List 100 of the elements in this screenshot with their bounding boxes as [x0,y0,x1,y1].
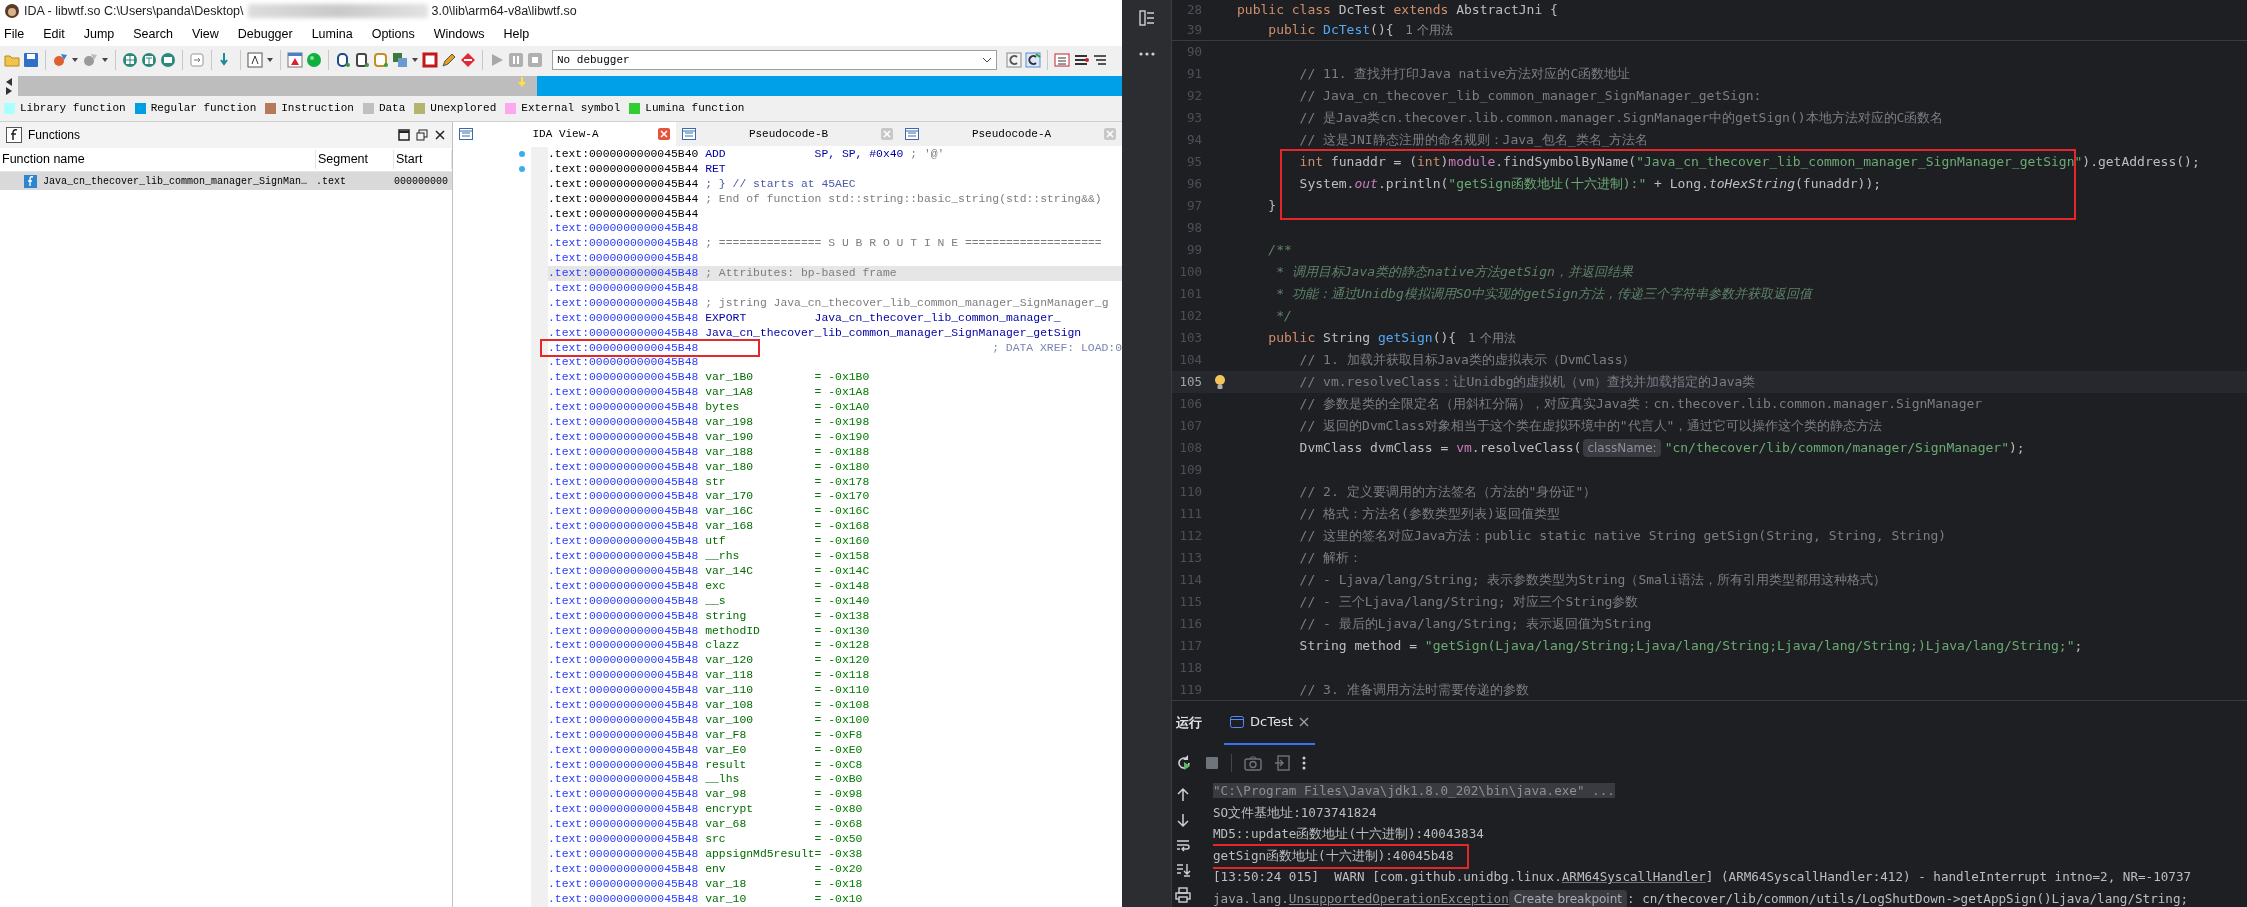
line-address: .text:0000000000045B48 [548,563,700,579]
variable-offset: = -0x180 [814,459,870,475]
variable-name: result [705,757,748,773]
line-address: .text:0000000000045B48 [548,444,700,460]
variable-name: var_168 [705,519,755,535]
code-comment: // 解析： [1298,549,1363,568]
code-comment: */ [1275,307,1292,326]
code-comment: // 2. 定义要调用的方法签名（方法的"身份证"） [1298,483,1597,502]
variable-name: var_180 [705,459,755,475]
line-address: .text:0000000000045B48 [548,429,700,445]
function-label: Java_cn_thecover_lib_common_manager_SignManager_getSign [705,325,1082,341]
variable-name: src [705,831,727,847]
table-cell-text: Java_cn_thecover_lib_common_manager_SignMan… [43,174,308,189]
variable-offset: = -0x170 [814,489,870,505]
variable-name: var_F8 [705,727,748,743]
variable-name: __s [705,593,727,609]
line-address: .text:0000000000045B48 [548,281,700,296]
line-address: .text:0000000000045B48 [548,385,700,401]
variable-offset: = -0x18 [814,876,863,892]
line-address: .text:0000000000045B48 [548,400,700,416]
variable-name: encrypt [705,802,755,818]
variable-name: __rhs [705,549,741,564]
menu-item[interactable]: Debugger [237,24,293,44]
variable-name: var_198 [705,415,755,430]
variable-name: var_100 [705,712,755,728]
comment: ; } // starts at 45AEC [705,176,856,192]
menu-item[interactable]: Options [371,24,415,44]
window-title: 3.0\lib\arm64-v8a\libwtf.so [431,2,577,20]
variable-name: var_1B0 [705,370,755,386]
breakpoint-hint[interactable]: Create breakpoint [1508,890,1627,907]
variable-offset: = -0x128 [814,638,870,654]
code-line: String method = "getSign(Ljava/lang/String;Ljava/lang/String;Ljava/lang/String;)Ljava/lang/String;"; [1298,637,2083,656]
variable-offset: = -0x1A0 [814,400,870,416]
legend-label: Unexplored [430,100,497,116]
window-title: IDA - libwtf.so C:\Users\panda\Desktop\ [24,2,244,20]
comment: ; '@' [910,147,945,162]
variable-offset: = -0x110 [814,683,870,698]
menu-item[interactable]: Edit [43,24,65,44]
line-address: .text:0000000000045B48 [548,608,700,624]
menu-item[interactable]: Search [133,24,173,44]
code-comment: // 这里的签名对应Java方法：public static native String getSign(String, String, String) [1298,527,1947,546]
panel-title: Functions [28,127,82,144]
instruction-operands: SP, SP, #0x40 [814,147,904,162]
panel-title: 运行 [1176,714,1202,733]
comment: ; End of function std::string::basic_string(std::string&&) [705,191,1102,207]
variable-name: var_118 [705,668,755,684]
column-header[interactable]: Function name [0,150,316,169]
code-comment: // 是Java类cn.thecover.lib.common.manager.SignManager中的getSign()本地方法对应的C函数名 [1298,109,1944,128]
code-line: public class DcTest extends AbstractJni { [1237,1,1558,20]
legend-label: Lumina function [645,100,745,116]
variable-offset: = -0x160 [814,534,870,550]
variable-offset: = -0x108 [814,697,870,713]
line-address: .text:0000000000045B48 [548,861,700,877]
code-line: System.out.println("getSign函数地址(十六进制):" + Long.toHexString(funaddr)); [1298,175,1882,194]
menu-item[interactable]: View [191,24,219,44]
variable-name: __lhs [705,772,741,788]
selected-row[interactable]: Java_cn_thecover_lib_common_manager_SignMan… .text 000000000 [0,172,452,190]
debugger-select[interactable]: No debugger [552,50,997,70]
menu-item[interactable]: Jump [83,24,115,44]
variable-offset: = -0x98 [814,787,863,803]
line-address: .text:0000000000045B48 [540,338,761,358]
menu-item[interactable]: Lumina [311,24,353,44]
line-address: .text:0000000000045B48 [548,295,700,311]
variable-name: var_190 [705,429,755,445]
code-line: "cn/thecover/lib/common/manager/SignManager"); [1664,439,2025,458]
code-comment: // 1. 加载并获取目标Java类的虚拟表示（DvmClass） [1298,351,1636,370]
line-address: .text:0000000000045B48 [548,221,700,237]
code-comment: // 返回的DvmClass对象相当于这个类在虚拟环境中的"代言人"，通过它可以操作这个类的静态方法 [1298,417,1883,436]
menu-item[interactable]: Windows [433,24,485,44]
variable-offset: = -0x118 [814,668,870,684]
variable-name: var_1A8 [705,385,755,401]
run-tab[interactable]: DcTest [1224,701,1315,745]
variable-name: var_120 [705,653,755,669]
variable-offset: = -0x68 [814,817,863,832]
variable-name: appsignMd5result [705,846,815,862]
code-comment: // 3. 准备调用方法时需要传递的参数 [1298,681,1529,700]
console-line: SO文件基地址:1073741824 [1213,803,1377,822]
view-tab[interactable]: IDA View-A [453,122,676,146]
line-address: .text:0000000000045B48 [548,787,700,803]
variable-name: exc [705,578,727,594]
variable-offset: = -0x190 [814,429,870,445]
menu-item[interactable]: File [4,24,25,44]
parameter-hint: className: [1583,439,1661,457]
variable-offset: = -0x1B0 [814,370,870,386]
legend-label: External symbol [521,100,621,116]
code-line: } [1267,197,1277,216]
line-address: .text:0000000000045B48 [548,474,700,490]
line-address: .text:0000000000045B44 [548,176,700,192]
column-header[interactable]: Start [394,150,452,169]
menu-item[interactable]: Help [503,24,530,44]
table-cell-text: 000000000 [394,174,449,189]
code-comment: // 这是JNI静态注册的命名规则：Java_包名_类名_方法名 [1298,131,1649,150]
variable-offset: = -0xC8 [814,757,863,773]
code-comment: // 格式：方法名(参数类型列表)返回值类型 [1298,505,1560,524]
variable-offset: = -0x138 [814,608,870,624]
variable-offset: = -0x20 [814,861,863,877]
variable-name: string [705,608,748,624]
column-header[interactable]: Segment [316,150,394,169]
line-address: .text:0000000000045B40 [548,147,700,162]
line-address: .text:0000000000045B48 [548,891,700,907]
